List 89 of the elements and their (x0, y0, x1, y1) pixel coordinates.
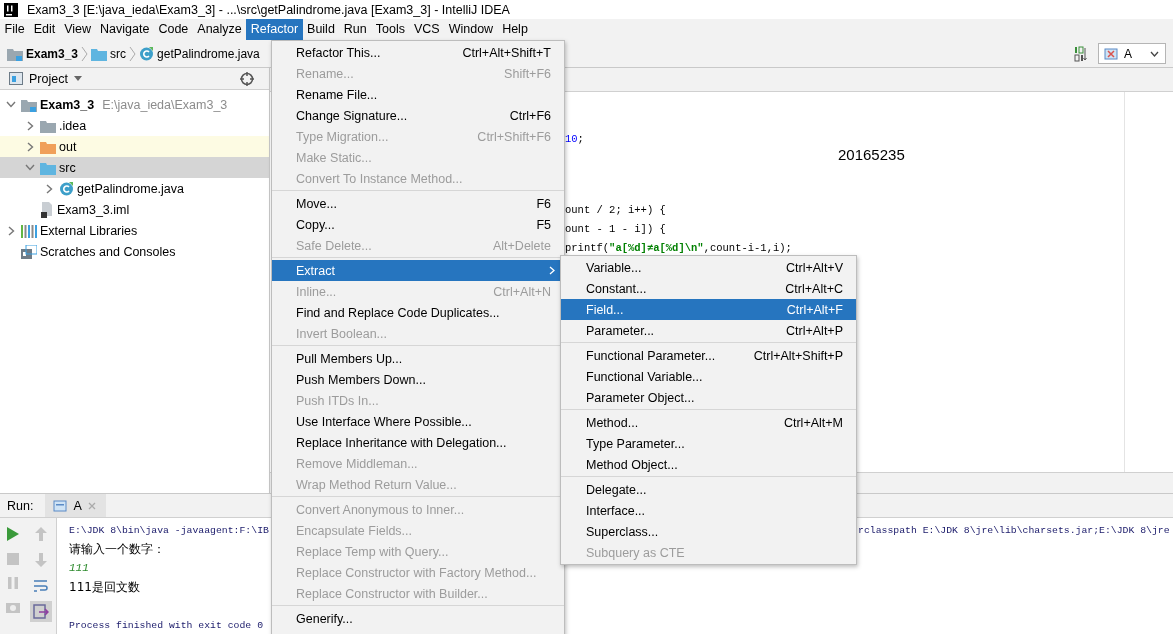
menu-item[interactable]: Find and Replace Code Duplicates... (272, 302, 564, 323)
menu-bar-item[interactable]: View (59, 19, 96, 40)
menu-bar-item[interactable]: Tools (371, 19, 410, 40)
menu-bar-item[interactable]: File (0, 19, 30, 40)
run-config-icon (53, 498, 68, 513)
menu-item[interactable]: Pull Members Up... (272, 348, 564, 369)
tree-item[interactable]: Exam3_3 E:\java_ieda\Exam3_3 (0, 94, 269, 115)
menu-bar-item[interactable]: Analyze (192, 19, 247, 40)
run-panel-title: Run: (7, 498, 34, 513)
menu-bar-item[interactable]: Run (339, 19, 372, 40)
code-line: 10; (565, 132, 585, 147)
menu-item[interactable]: Functional Parameter... Ctrl+Alt+Shift+P (561, 345, 856, 366)
locate-icon[interactable] (240, 71, 254, 86)
menu-bar-item[interactable]: Navigate (95, 19, 154, 40)
breadcrumb-separator-icon (81, 45, 89, 62)
tree-item[interactable]: Exam3_3.iml (0, 199, 269, 220)
libraries-icon (21, 223, 37, 238)
menu-item[interactable]: Superclass... (561, 521, 856, 542)
menu-bar-item[interactable]: Code (153, 19, 193, 40)
menu-item[interactable]: Variable... Ctrl+Alt+V (561, 257, 856, 278)
editor-note: 20165235 (838, 145, 905, 165)
menu-item[interactable]: Push Members Down... (272, 369, 564, 390)
breadcrumb-separator-icon (129, 45, 137, 62)
menu-item[interactable]: Use Interface Where Possible... (272, 411, 564, 432)
console-line: 111 (69, 561, 89, 576)
folder-icon (40, 139, 56, 154)
export-icon (32, 604, 49, 619)
window-title: Exam3_3 [E:\java_ieda\Exam3_3] - ...\src\getPalindrome.java [Exam3_3] - IntelliJ IDEA (27, 2, 510, 17)
tree-item[interactable]: src (0, 157, 269, 178)
sort-icon[interactable] (1074, 45, 1088, 62)
menu-bar-item[interactable]: VCS (409, 19, 445, 40)
console-line: 111是回文数 (69, 579, 140, 596)
menu-item[interactable]: Constant... Ctrl+Alt+C (561, 278, 856, 299)
breadcrumb[interactable]: src (91, 46, 127, 61)
tree-item[interactable]: out (0, 136, 269, 157)
project-icon (9, 72, 23, 85)
project-view-selector[interactable]: Project (9, 71, 82, 86)
console-line: Process finished with exit code 0 (69, 619, 263, 633)
code-line: ount / 2; i++) { (565, 203, 667, 218)
menu-item[interactable]: Functional Variable... (561, 366, 856, 387)
menu-bar-item[interactable]: Window (444, 19, 498, 40)
menu-item[interactable]: Change Signature... Ctrl+F6 (272, 105, 564, 126)
menu-item[interactable]: Generify... (272, 608, 564, 629)
menu-item[interactable]: Delegate... (561, 479, 856, 500)
menu-item[interactable]: Type Parameter... (561, 433, 856, 454)
run-tab[interactable]: A (45, 494, 106, 517)
menu-item[interactable]: Interface... (561, 500, 856, 521)
menu-item[interactable]: Replace Inheritance with Delegation... (272, 432, 564, 453)
console-line: 请输入一个数字： (69, 541, 165, 558)
run-config-dropdown[interactable]: A (1098, 43, 1166, 64)
menu-item[interactable]: Method... Ctrl+Alt+M (561, 412, 856, 433)
soft-wrap-icon[interactable] (33, 579, 48, 593)
tree-item[interactable]: Scratches and Consoles (0, 241, 269, 262)
scroll-to-end-button[interactable] (29, 601, 52, 622)
menu-bar-item[interactable]: Refactor (246, 19, 303, 40)
folder-icon (40, 118, 56, 133)
class-icon (59, 181, 74, 196)
folder-icon (40, 160, 56, 175)
menu-item[interactable]: Parameter... Ctrl+Alt+P (561, 320, 856, 341)
breadcrumb[interactable]: getPalindrome.java (139, 46, 260, 61)
menu-bar-item[interactable]: Build (302, 19, 340, 40)
folder-icon (7, 46, 23, 61)
folder-icon (91, 46, 108, 61)
menu-bar-item[interactable]: Edit (29, 19, 60, 40)
code-line: ount - 1 - i]) { (565, 222, 667, 237)
tree-item[interactable]: getPalindrome.java (0, 178, 269, 199)
code-line: printf("a[%d]≠a[%d]\n",count-i-1,i); (565, 241, 793, 256)
scratches-icon (21, 244, 37, 259)
run-config-icon (1104, 46, 1118, 61)
menu-item[interactable]: Field... Ctrl+Alt+F (561, 299, 856, 320)
caret-icon (73, 76, 82, 81)
class-icon (139, 46, 155, 61)
tree-item[interactable]: .idea (0, 115, 269, 136)
console-line: E:\JDK 8\bin\java -javaagent:F:\IB (69, 524, 269, 538)
breadcrumb[interactable]: Exam3_3 (7, 46, 79, 61)
menu-item[interactable]: Rename File... (272, 84, 564, 105)
menu-item[interactable]: Method Object... (561, 454, 856, 475)
close-icon[interactable] (87, 501, 96, 510)
menu-item[interactable]: Move... F6 (272, 193, 564, 214)
menu-bar-item[interactable]: Help (497, 19, 533, 40)
caret-icon (1150, 50, 1159, 57)
menu-item[interactable]: Copy... F5 (272, 214, 564, 235)
folder-icon (21, 97, 37, 112)
file-icon (40, 201, 54, 218)
menu-item[interactable]: Refactor This... Ctrl+Alt+Shift+T (272, 42, 564, 63)
menu-item[interactable]: Parameter Object... (561, 387, 856, 408)
console-line: rclasspath E:\JDK 8\jre\lib\charsets.jar;E:\JDK 8\jre (858, 524, 1170, 538)
run-icon[interactable] (6, 527, 19, 541)
tree-item[interactable]: External Libraries (0, 220, 269, 241)
